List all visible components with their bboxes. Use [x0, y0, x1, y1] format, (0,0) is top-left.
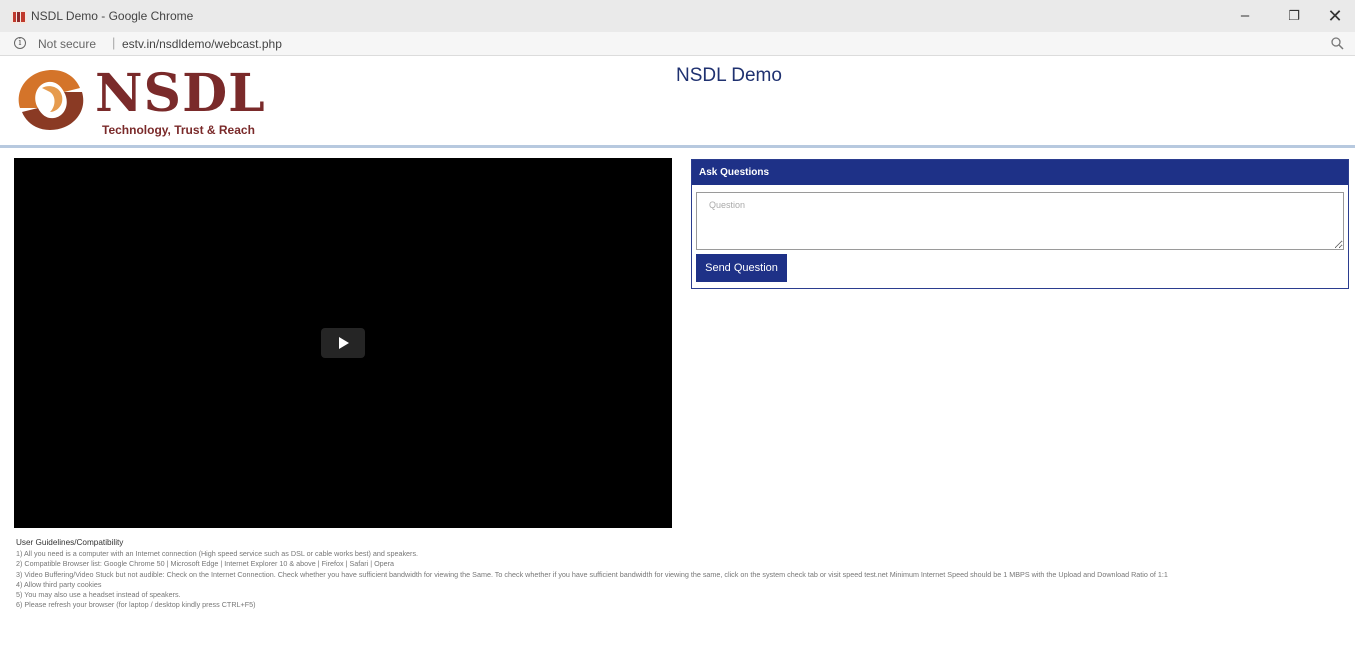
restore-icon[interactable]: ❐ [1277, 4, 1311, 28]
info-icon[interactable]: i [14, 37, 26, 49]
minimize-icon[interactable]: – [1228, 4, 1262, 28]
address-separator: | [112, 35, 116, 50]
logo-wordmark: NSDL [95, 63, 266, 124]
header-divider [0, 145, 1355, 148]
nsdl-logo-icon [18, 70, 84, 130]
logo-tagline: Technology, Trust & Reach [102, 123, 255, 137]
ask-questions-panel: Ask Questions Send Question [691, 159, 1349, 289]
guideline-item: 1) All you need is a computer with an In… [16, 549, 419, 559]
guideline-item: 4) Allow third party cookies [16, 579, 102, 589]
guideline-item: 3) Video Buffering/Video Stuck but not a… [16, 569, 1168, 579]
question-input[interactable] [696, 192, 1344, 250]
guideline-item: 5) You may also use a headset instead of… [16, 590, 181, 600]
url-text[interactable]: estv.in/nsdldemo/webcast.php [122, 37, 282, 51]
page-title: NSDL Demo [676, 65, 782, 86]
zoom-icon[interactable] [1330, 36, 1344, 50]
guideline-item: 2) Compatible Browser list: Google Chrom… [16, 559, 395, 569]
guidelines-title: User Guidelines/Compatibility [16, 538, 124, 547]
send-question-button[interactable]: Send Question [696, 254, 787, 282]
video-player[interactable] [14, 158, 672, 528]
window-title: NSDL Demo - Google Chrome [31, 9, 194, 23]
ask-questions-header: Ask Questions [692, 160, 1348, 185]
close-icon[interactable]: ✕ [1318, 4, 1352, 28]
window-title-bar: NSDL Demo - Google Chrome – ❐ ✕ [0, 0, 1355, 32]
security-label[interactable]: Not secure [38, 37, 96, 51]
play-button[interactable] [321, 328, 365, 358]
guideline-item: 6) Please refresh your browser (for lapt… [16, 600, 256, 610]
user-guidelines: User Guidelines/Compatibility 1) All you… [16, 538, 1346, 610]
play-icon [339, 337, 349, 349]
site-favicon-icon [11, 10, 27, 24]
address-bar[interactable]: i Not secure | estv.in/nsdldemo/webcast.… [0, 32, 1355, 56]
